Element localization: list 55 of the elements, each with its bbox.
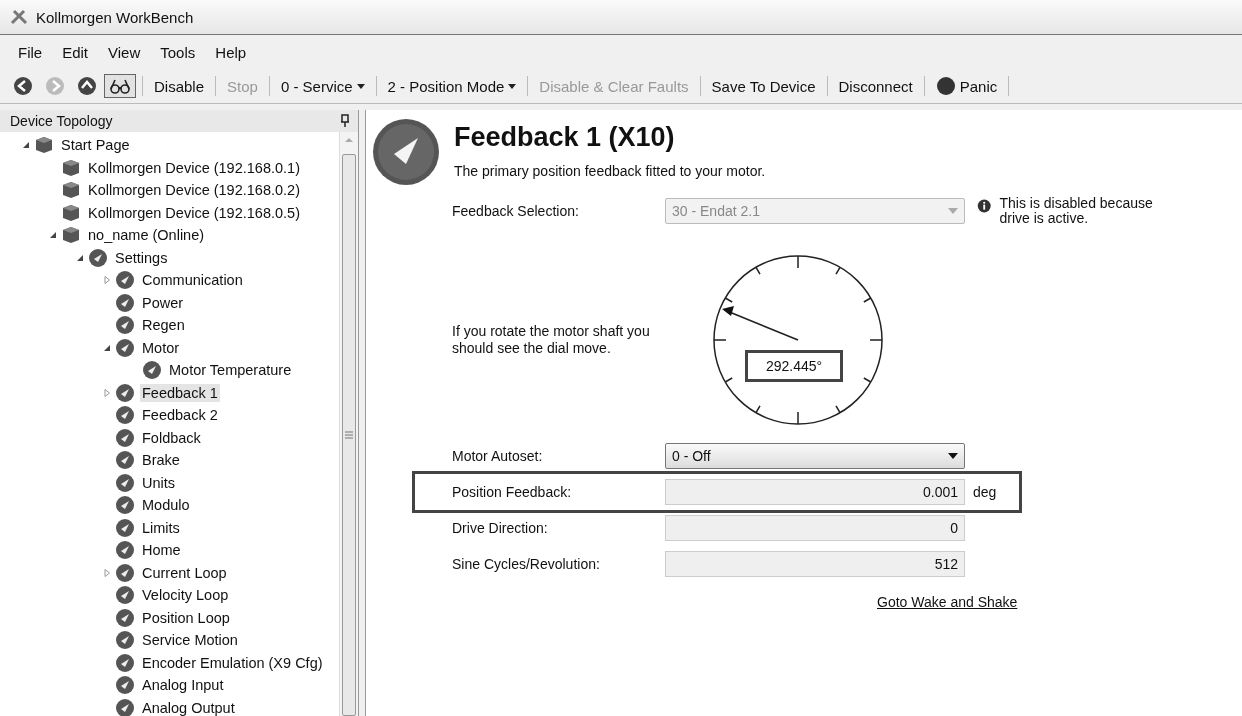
- tree-item[interactable]: Analog Input: [140, 676, 226, 695]
- tree-item[interactable]: Service Motion: [140, 631, 240, 650]
- tree-item[interactable]: Limits: [140, 518, 182, 537]
- window-title: Kollmorgen WorkBench: [36, 8, 194, 26]
- toolbar-button[interactable]: Disconnect: [833, 74, 918, 98]
- tree-item[interactable]: Regen: [140, 316, 187, 335]
- value-field: 512: [665, 551, 965, 577]
- tree-item[interactable]: Units: [140, 473, 178, 492]
- tree-item[interactable]: Kollmorgen Device (192.168.0.5): [86, 203, 302, 222]
- field-label: Drive Direction:: [452, 520, 549, 536]
- page-subtitle: The primary position feedback fitted to your motor.: [454, 163, 766, 179]
- menu-item[interactable]: Tools: [152, 41, 204, 63]
- field-label: Feedback Selection:: [452, 203, 580, 219]
- tree-item[interactable]: Feedback 1: [140, 383, 220, 402]
- value-field: 0.001: [665, 479, 965, 505]
- menu-item[interactable]: Edit: [54, 41, 97, 63]
- dial-reading: 292.445°: [745, 350, 843, 382]
- tree-item[interactable]: Power: [140, 293, 186, 312]
- tree-item[interactable]: Velocity Loop: [140, 586, 231, 605]
- page-title: Feedback 1 (X10): [454, 122, 676, 153]
- panic-button[interactable]: Panic: [930, 73, 1003, 99]
- field-label: Sine Cycles/Revolution:: [452, 556, 601, 572]
- toolbar-dropdown[interactable]: 0 - Service: [275, 74, 370, 98]
- tree-item[interactable]: Motor: [140, 338, 182, 357]
- value-field: 0: [665, 515, 965, 541]
- tree-item[interactable]: Analog Output: [140, 698, 237, 716]
- unit-label: deg: [973, 484, 998, 500]
- tree-item[interactable]: Home: [140, 541, 183, 560]
- panel-title: Device Topology: [10, 113, 113, 129]
- toolbar-button[interactable]: Disable: [149, 74, 210, 98]
- tree-item[interactable]: no_name (Online): [86, 226, 207, 245]
- field-label: Position Feedback:: [452, 484, 573, 500]
- tree-item[interactable]: Foldback: [140, 428, 203, 447]
- tree-item[interactable]: Feedback 2: [140, 406, 220, 425]
- info-note: This is disabled because drive is active.: [999, 195, 1154, 227]
- instruction-text: If you rotate the motor shaft you should see the dial move.: [452, 323, 651, 357]
- tree-item[interactable]: Settings: [113, 248, 170, 267]
- field-label: Motor Autoset:: [452, 448, 544, 464]
- tree-item[interactable]: Kollmorgen Device (192.168.0.1): [86, 158, 302, 177]
- tree-item[interactable]: Start Page: [59, 136, 132, 155]
- tree-item[interactable]: Kollmorgen Device (192.168.0.2): [86, 181, 302, 200]
- tree-item[interactable]: Current Loop: [140, 563, 229, 582]
- tree-item[interactable]: Communication: [140, 271, 245, 290]
- toolbar-dropdown[interactable]: 2 - Position Mode: [382, 74, 522, 98]
- tree-item[interactable]: Motor Temperature: [167, 361, 294, 380]
- tree-item[interactable]: Position Loop: [140, 608, 232, 627]
- toolbar-button[interactable]: Save To Device: [706, 74, 821, 98]
- tree-item[interactable]: Brake: [140, 451, 182, 470]
- tree-item[interactable]: Modulo: [140, 496, 192, 515]
- menu-item[interactable]: Help: [207, 41, 255, 63]
- wake-and-shake-link[interactable]: Goto Wake and Shake: [877, 594, 1018, 610]
- tree-item[interactable]: Encoder Emulation (X9 Cfg): [140, 653, 325, 672]
- menu-item[interactable]: View: [100, 41, 149, 63]
- autoset-dropdown[interactable]: 0 - Off: [665, 443, 965, 469]
- menu-item[interactable]: File: [10, 41, 51, 63]
